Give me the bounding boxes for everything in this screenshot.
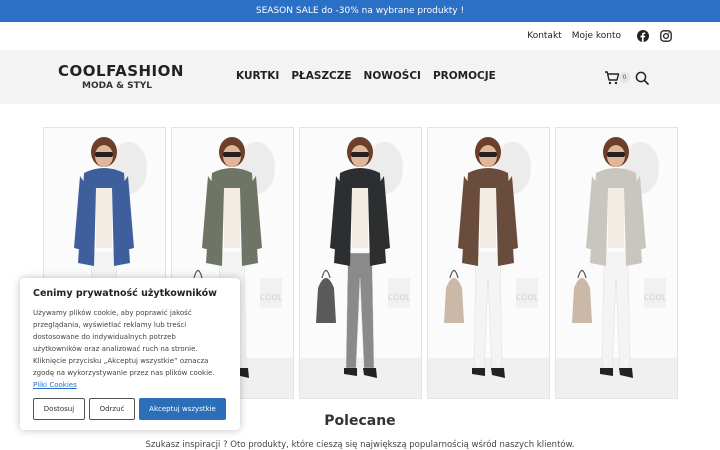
product-photo: COOL: [428, 128, 549, 398]
top-links-bar: Kontakt Moje konto: [0, 22, 720, 50]
watermark-text: COOL: [388, 293, 411, 302]
site-logo[interactable]: COOLFASHION MODA & STYL: [58, 62, 184, 91]
cart-icon: [605, 71, 620, 85]
cookie-text: Używamy plików cookie, aby poprawić jako…: [33, 307, 227, 391]
cart-count-badge: 0: [619, 72, 630, 83]
promo-text: SEASON SALE do -30% na wybrane produkty …: [255, 6, 465, 16]
nav-item-promocje[interactable]: PROMOCJE: [433, 70, 496, 82]
watermark-text: COOL: [260, 293, 283, 302]
account-link[interactable]: Moje konto: [572, 31, 621, 41]
facebook-icon[interactable]: [637, 30, 649, 42]
product-card[interactable]: COOL: [299, 127, 422, 399]
cart-button[interactable]: 0: [604, 70, 630, 86]
featured-subtitle: Szukasz inspiracji ? Oto produkty, które…: [145, 440, 575, 450]
product-photo: COOL: [556, 128, 677, 398]
cookie-title: Cenimy prywatność użytkowników: [33, 288, 217, 299]
cookie-body: Używamy plików cookie, aby poprawić jako…: [33, 309, 215, 377]
logo-tagline: MODA & STYL: [81, 81, 153, 91]
cookie-consent-dialog: Cenimy prywatność użytkowników Używamy p…: [20, 278, 240, 430]
watermark-text: COOL: [644, 293, 667, 302]
product-card[interactable]: COOL: [555, 127, 678, 399]
product-photo: COOL: [300, 128, 421, 398]
nav-item-plaszcze[interactable]: PŁASZCZE: [291, 70, 351, 82]
main-nav: KURTKI PŁASZCZE NOWOŚCI PROMOCJE: [236, 70, 508, 82]
contact-link[interactable]: Kontakt: [527, 31, 561, 41]
nav-item-nowosci[interactable]: NOWOŚCI: [364, 70, 421, 82]
nav-item-kurtki[interactable]: KURTKI: [236, 70, 279, 82]
cookie-policy-link[interactable]: Pliki Cookies: [33, 381, 77, 389]
product-card[interactable]: COOL: [427, 127, 550, 399]
logo-title: COOLFASHION: [58, 62, 184, 80]
featured-title: Polecane: [324, 413, 396, 429]
site-header: COOLFASHION MODA & STYL KURTKI PŁASZCZE …: [0, 50, 720, 104]
search-icon[interactable]: [635, 70, 649, 85]
watermark-text: COOL: [516, 293, 539, 302]
promo-banner[interactable]: SEASON SALE do -30% na wybrane produkty …: [0, 0, 720, 22]
instagram-icon[interactable]: [660, 30, 672, 42]
